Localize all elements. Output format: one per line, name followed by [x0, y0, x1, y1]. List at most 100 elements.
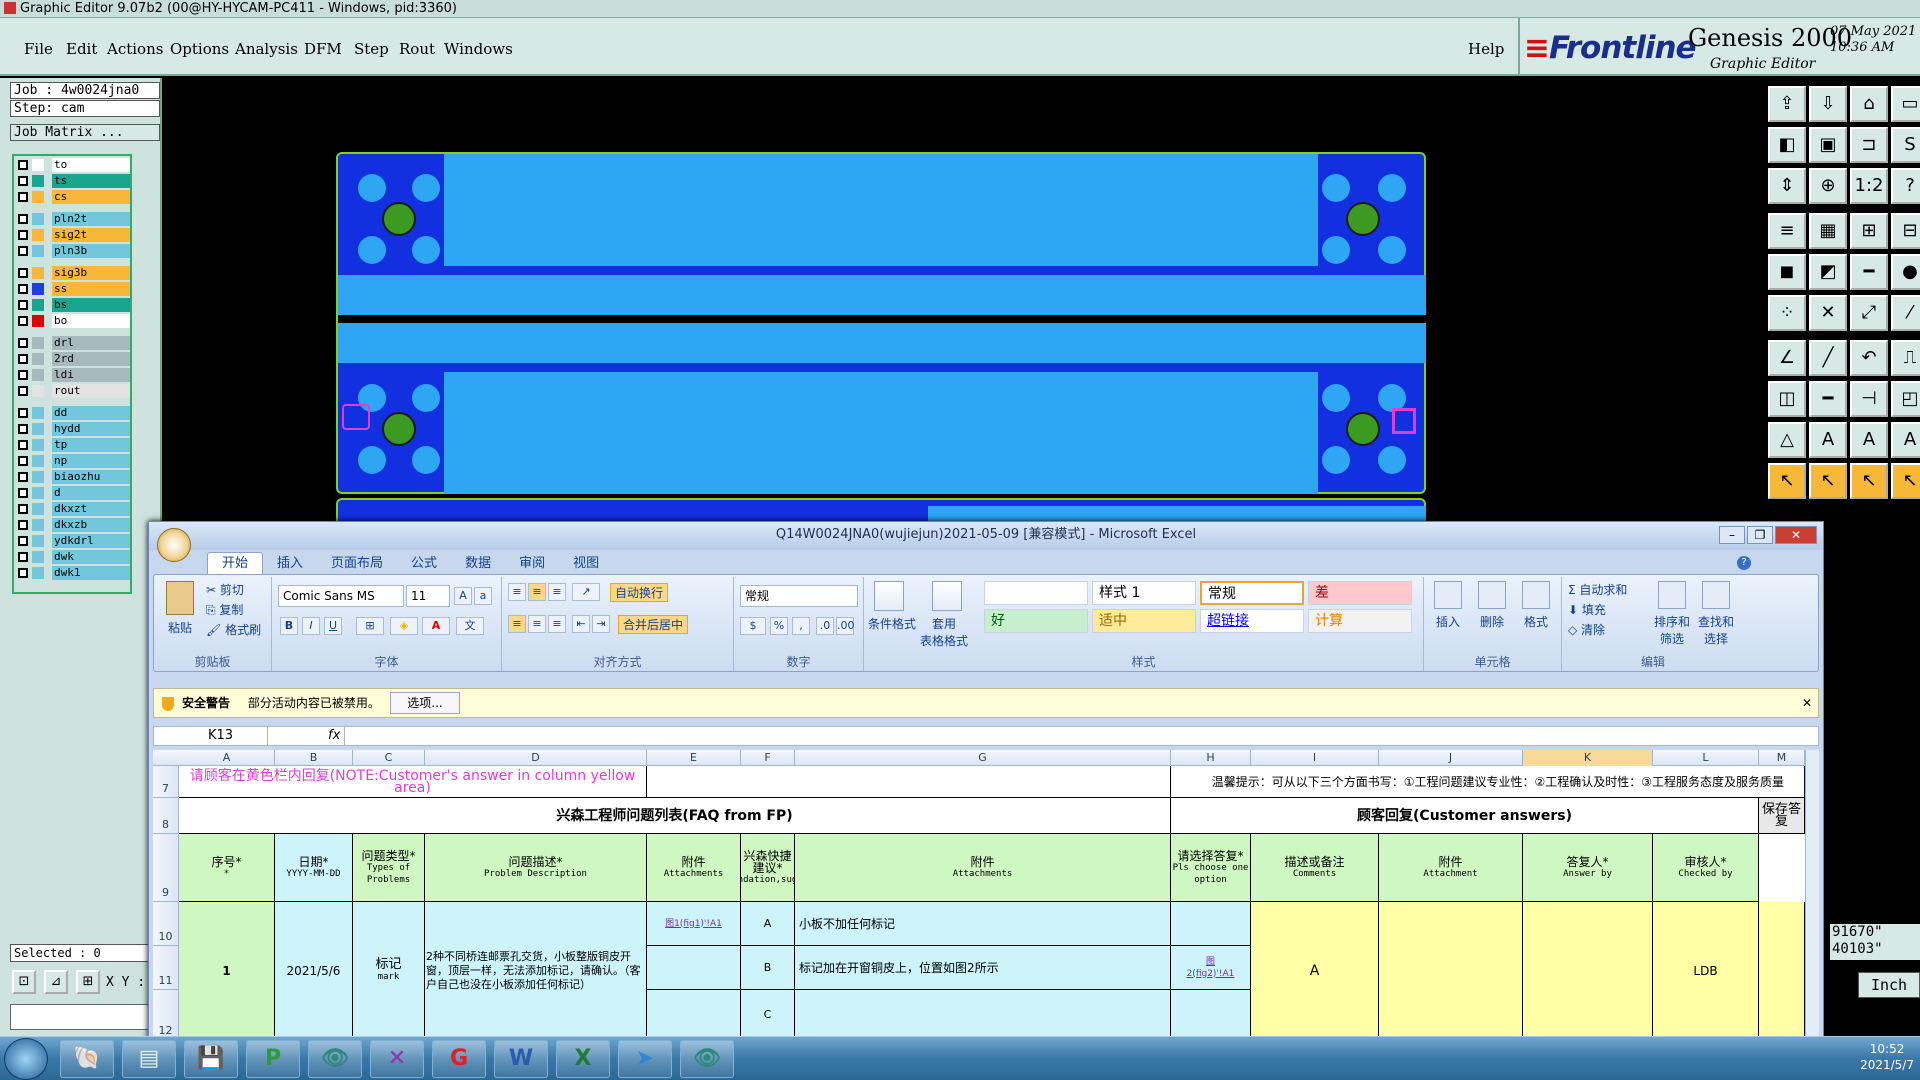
- description-cell[interactable]: 2种不同桥连邮票孔交货，小板整版铜皮开窗，顶层一样，无法添加标记，请确认。（客户…: [425, 902, 647, 1040]
- tool-icon[interactable]: ╱: [1809, 340, 1847, 376]
- close-icon[interactable]: ✕: [1775, 526, 1817, 544]
- style-cell[interactable]: 计算: [1308, 609, 1412, 633]
- style-cell[interactable]: 好: [984, 609, 1088, 633]
- tool-icon[interactable]: ↶: [1850, 340, 1888, 376]
- tool-icon[interactable]: ⌂: [1850, 86, 1888, 122]
- layer-row[interactable]: ldi: [16, 368, 131, 382]
- tab-5[interactable]: 审阅: [505, 553, 559, 575]
- row-header[interactable]: 12: [153, 990, 179, 1040]
- column-header[interactable]: A: [179, 750, 275, 766]
- layer-checkbox[interactable]: [18, 568, 28, 578]
- taskbar-app-icon[interactable]: 🐚: [60, 1040, 114, 1078]
- tool-icon[interactable]: ⊣: [1850, 381, 1888, 417]
- type-cell[interactable]: 标记 mark: [353, 902, 425, 1040]
- delete-button[interactable]: 删除: [1480, 613, 1504, 630]
- option-text[interactable]: 标记加在开窗铜皮上，位置如图2所示: [795, 946, 1171, 990]
- layer-checkbox[interactable]: [18, 440, 28, 450]
- column-header[interactable]: E: [647, 750, 741, 766]
- orientation-icon[interactable]: ↗: [572, 583, 600, 601]
- tool-icon[interactable]: ▦: [1809, 213, 1847, 249]
- header-cell[interactable]: 附件 Attachments: [795, 834, 1171, 902]
- date-cell[interactable]: 2021/5/6: [275, 902, 353, 1040]
- tool-icon[interactable]: ⎍: [1891, 340, 1920, 376]
- units-selector[interactable]: Inch: [1858, 972, 1920, 998]
- layer-checkbox[interactable]: [18, 370, 28, 380]
- taskbar-app-icon[interactable]: G: [432, 1040, 486, 1078]
- style-cell[interactable]: 超链接: [1200, 609, 1304, 633]
- layer-checkbox[interactable]: [18, 214, 28, 224]
- style-cell[interactable]: 适中: [1092, 609, 1196, 633]
- taskbar-app-icon[interactable]: 💾: [184, 1040, 238, 1078]
- menu-step[interactable]: Step: [354, 40, 389, 58]
- align-top-icon[interactable]: ≡: [508, 583, 526, 601]
- header-cell[interactable]: 请选择答复* Pls choose one option: [1171, 834, 1251, 902]
- customer-title-cell[interactable]: 顾客回复(Customer answers): [1171, 798, 1759, 834]
- tool-icon[interactable]: ◰: [1891, 381, 1920, 417]
- tool-icon[interactable]: ⇪: [1768, 86, 1806, 122]
- tool-icon[interactable]: ≡: [1768, 213, 1806, 249]
- layer-checkbox[interactable]: [18, 408, 28, 418]
- delete-cells-icon[interactable]: [1478, 581, 1506, 609]
- layer-checkbox[interactable]: [18, 354, 28, 364]
- layer-row[interactable]: sig2t: [16, 228, 131, 242]
- insert-button[interactable]: 插入: [1436, 613, 1460, 630]
- header-cell[interactable]: 描述或备注 Comments: [1251, 834, 1379, 902]
- layer-checkbox[interactable]: [18, 316, 28, 326]
- tool-icon[interactable]: ↖: [1850, 463, 1888, 499]
- align-right-icon[interactable]: ≡: [548, 615, 566, 633]
- row-header[interactable]: 9: [153, 834, 179, 902]
- tab-1[interactable]: 插入: [263, 553, 317, 575]
- header-cell[interactable]: 附件 Attachment: [1379, 834, 1523, 902]
- option-key[interactable]: C: [741, 990, 795, 1040]
- layer-row[interactable]: dd: [16, 406, 131, 420]
- fx-icon[interactable]: fx: [328, 727, 340, 745]
- menu-edit[interactable]: Edit: [66, 40, 97, 58]
- tool-icon[interactable]: ?: [1891, 168, 1920, 204]
- sort-filter-button[interactable]: 排序和 筛选: [1654, 613, 1690, 647]
- layer-checkbox[interactable]: [18, 300, 28, 310]
- font-name-select[interactable]: Comic Sans MS: [278, 585, 404, 607]
- restore-icon[interactable]: ❐: [1747, 526, 1773, 544]
- layer-checkbox[interactable]: [18, 552, 28, 562]
- header-cell[interactable]: 问题类型* Types of Problems: [353, 834, 425, 902]
- font-size-select[interactable]: 11: [406, 585, 450, 607]
- taskbar-app-icon[interactable]: X: [556, 1040, 610, 1078]
- layer-checkbox[interactable]: [18, 472, 28, 482]
- paste-button[interactable]: 粘贴: [168, 619, 192, 636]
- blank-cell[interactable]: [647, 766, 1171, 798]
- layer-row[interactable]: 2rd: [16, 352, 131, 366]
- tool-icon[interactable]: ⤢: [1850, 295, 1888, 331]
- header-cell[interactable]: 日期* YYYY-MM-DD: [275, 834, 353, 902]
- tool-icon[interactable]: ◫: [1768, 381, 1806, 417]
- percent-icon[interactable]: %: [770, 617, 788, 635]
- layer-row[interactable]: pln2t: [16, 212, 131, 226]
- layer-row[interactable]: rout: [16, 384, 131, 398]
- format-painter-button[interactable]: 🖌 格式刷: [206, 621, 261, 638]
- column-header[interactable]: I: [1251, 750, 1379, 766]
- column-header[interactable]: G: [795, 750, 1171, 766]
- close-warning-icon[interactable]: ✕: [1802, 689, 1812, 717]
- bold-icon[interactable]: B: [280, 617, 298, 635]
- taskbar-app-icon[interactable]: W: [494, 1040, 548, 1078]
- taskbar-app-icon[interactable]: ▤: [122, 1040, 176, 1078]
- tool-icon[interactable]: ⁘: [1768, 295, 1806, 331]
- layer-row[interactable]: dwk: [16, 550, 131, 564]
- style-cell[interactable]: 常规: [1200, 581, 1304, 605]
- format-cells-icon[interactable]: [1522, 581, 1550, 609]
- menu-dfm[interactable]: DFM: [304, 40, 342, 58]
- tool-icon[interactable]: S: [1891, 127, 1920, 163]
- tool-icon[interactable]: △: [1768, 422, 1806, 458]
- tool-icon[interactable]: ⊟: [1891, 213, 1920, 249]
- fill-color-icon[interactable]: ◈: [390, 617, 418, 635]
- menu-help[interactable]: Help: [1468, 40, 1504, 58]
- tool-icon[interactable]: ━: [1809, 381, 1847, 417]
- layer-row[interactable]: sig3b: [16, 266, 131, 280]
- no-cell[interactable]: 1: [179, 902, 275, 1040]
- layer-checkbox[interactable]: [18, 230, 28, 240]
- tool-icon[interactable]: 1:2: [1850, 168, 1888, 204]
- currency-icon[interactable]: $: [740, 617, 766, 635]
- option-key[interactable]: A: [741, 902, 795, 946]
- column-header[interactable]: L: [1653, 750, 1759, 766]
- note-cell[interactable]: 请顾客在黄色栏内回复(NOTE:Customer's answer in col…: [179, 766, 647, 798]
- layer-row[interactable]: to: [16, 158, 131, 172]
